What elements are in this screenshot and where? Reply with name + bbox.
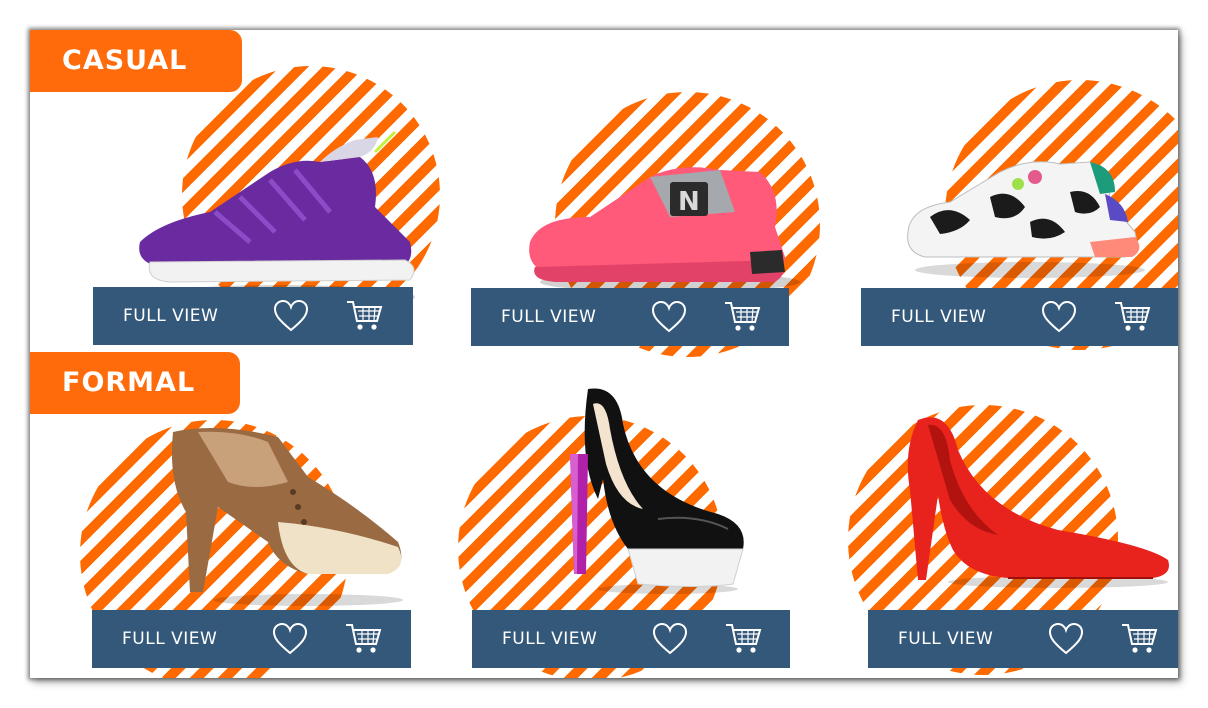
shoe-catalog: CASUAL FULL VIEW N FULL VIEW FULL VIEW F…: [30, 30, 1178, 678]
full-view-link[interactable]: FULL VIEW: [891, 307, 1039, 327]
heart-icon[interactable]: [1046, 619, 1086, 659]
full-view-link[interactable]: FULL VIEW: [502, 629, 650, 649]
white-sneaker-image[interactable]: [900, 132, 1150, 282]
product-action-bar: FULL VIEW: [472, 610, 790, 668]
heart-icon[interactable]: [649, 297, 689, 337]
cart-icon[interactable]: [1113, 297, 1153, 337]
pink-sneaker-image[interactable]: N: [520, 132, 800, 302]
product-card: N FULL VIEW: [470, 62, 820, 380]
heart-icon[interactable]: [650, 619, 690, 659]
product-card: FULL VIEW: [838, 360, 1178, 678]
category-tag-formal: FORMAL: [30, 352, 240, 414]
heart-icon[interactable]: [1039, 297, 1079, 337]
product-action-bar: FULL VIEW: [868, 610, 1178, 668]
product-action-bar: FULL VIEW: [92, 610, 411, 668]
product-action-bar: FULL VIEW: [471, 288, 789, 346]
cart-icon[interactable]: [723, 297, 763, 337]
full-view-link[interactable]: FULL VIEW: [123, 306, 271, 326]
logo-letter: N: [678, 187, 700, 217]
product-action-bar: FULL VIEW: [93, 287, 413, 345]
full-view-link[interactable]: FULL VIEW: [898, 629, 1046, 649]
cart-icon[interactable]: [1120, 619, 1160, 659]
category-tag-casual: CASUAL: [30, 30, 242, 92]
brown-heel-image[interactable]: [158, 422, 408, 607]
product-card: FULL VIEW: [860, 62, 1178, 380]
product-card: FULL VIEW: [458, 360, 798, 678]
full-view-link[interactable]: FULL VIEW: [122, 629, 270, 649]
black-pump-image[interactable]: [548, 384, 758, 594]
red-stiletto-image[interactable]: [888, 410, 1178, 590]
cart-icon[interactable]: [724, 619, 764, 659]
cart-icon[interactable]: [344, 619, 384, 659]
product-card: FULL VIEW: [90, 62, 440, 380]
heart-icon[interactable]: [270, 619, 310, 659]
product-action-bar: FULL VIEW: [861, 288, 1178, 346]
purple-sneaker-image[interactable]: [120, 112, 420, 312]
full-view-link[interactable]: FULL VIEW: [501, 307, 649, 327]
heart-icon[interactable]: [271, 296, 311, 336]
cart-icon[interactable]: [345, 296, 385, 336]
